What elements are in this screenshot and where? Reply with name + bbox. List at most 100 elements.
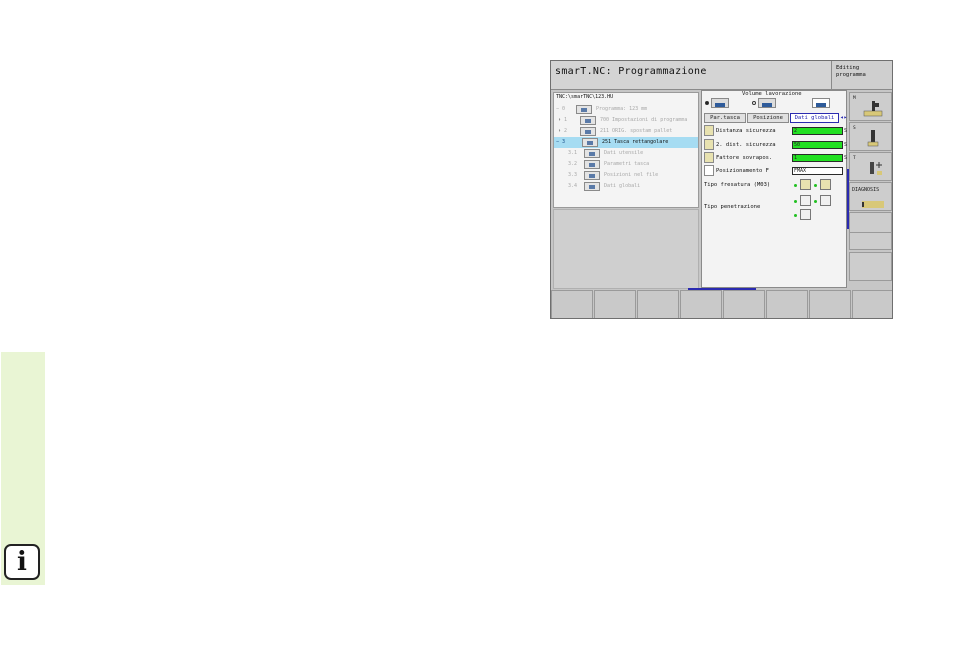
tree-item-global-data[interactable]: 3.4 Dati globali (554, 181, 698, 192)
tree-item-label: Programma: 123 mm (596, 106, 648, 112)
radio-dot (794, 184, 797, 187)
tree-item-program[interactable]: − 0 Programma: 123 mm (554, 104, 698, 115)
tree-item-num: − 0 (556, 106, 566, 112)
graphics-area (553, 209, 699, 289)
volume-label: Volume lavorazione (742, 91, 802, 97)
pocket-icon (582, 138, 598, 147)
softkey-label: S (853, 126, 856, 131)
workpiece-icon (711, 98, 729, 108)
tnc-screen: smarT.NC: Programmazione Editing program… (550, 60, 893, 319)
climb-milling-icon[interactable] (800, 179, 811, 190)
radio-placeholder (806, 101, 810, 105)
radio-dot (814, 184, 817, 187)
info-glyph: i (17, 547, 27, 577)
tree-item-label: 251 Tasca rettangolare (602, 139, 669, 145)
radio-dot (794, 214, 797, 217)
softkey-bottom-2[interactable] (594, 290, 636, 318)
tree-item-settings[interactable]: › 1 700 Impostazioni di programma (554, 115, 698, 126)
tree-item-label: Posizioni nel file (604, 172, 659, 178)
info-icon: i (4, 544, 40, 580)
tab-pocket-params[interactable]: Par.tasca (704, 113, 746, 123)
workpiece-icon (758, 98, 776, 108)
field-label: 2. dist. sicurezza (716, 142, 776, 148)
conventional-milling-icon[interactable] (820, 179, 831, 190)
tree-item-label: Dati utensile (604, 150, 644, 156)
softkey-bottom-5[interactable] (723, 290, 765, 318)
field-label: Distanza sicurezza (716, 128, 776, 134)
softkey-bottom-3[interactable] (637, 290, 679, 318)
tree-item-num: 3.1 (568, 150, 578, 156)
field-label: Posizionamento F (716, 168, 769, 174)
settings-icon (580, 116, 596, 125)
softkey-bottom-8[interactable] (852, 290, 892, 318)
globe-icon (584, 182, 600, 191)
page: i smarT.NC: Programmazione Editing progr… (0, 0, 954, 672)
tool-axis-icon (870, 162, 882, 175)
horizontal-softkey-bar (551, 290, 892, 318)
tab-global-data[interactable]: Dati globali (790, 113, 839, 123)
softkey-diagnosis[interactable]: DIAGNOSIS (849, 182, 892, 211)
field-label: Fattore sovrapos. (716, 155, 773, 161)
softkey-bottom-4[interactable] (680, 290, 722, 318)
safety-distance-input[interactable]: 2 (792, 127, 843, 135)
tree-item-num: 3.3 (568, 172, 578, 178)
softkey-label: T (853, 156, 856, 161)
softkey-empty-7[interactable] (849, 252, 892, 281)
softkey-bottom-6[interactable] (766, 290, 808, 318)
tree-item-positions[interactable]: 3.3 Posizioni nel file (554, 170, 698, 181)
field-overlap-factor: Fattore sovrapos. 1 S (704, 152, 848, 164)
second-safety-distance-icon (704, 139, 714, 150)
feed-icon (704, 165, 714, 176)
spindle-icon (863, 101, 883, 117)
softkey-empty-6[interactable] (849, 232, 892, 250)
softkey-label: DIAGNOSIS (852, 187, 880, 193)
softkey-bottom-1[interactable] (551, 290, 593, 318)
field-unit: S (844, 155, 848, 161)
tree-item-label: Parametri tasca (604, 161, 650, 167)
tree-item-origin[interactable]: › 2 211 ORIG. spostam pallet (554, 126, 698, 137)
vertical-softkey-bar: M S T DIAGNOSIS (849, 92, 892, 288)
tree-item-label: Dati globali (604, 183, 641, 189)
radio-dot (814, 200, 817, 203)
workpiece-icon (812, 98, 830, 108)
tool-spindle-icon (867, 130, 879, 147)
diagnosis-icon (862, 201, 884, 208)
radio-unselected (752, 101, 756, 105)
tree-item-tool-data[interactable]: 3.1 Dati utensile (554, 148, 698, 159)
overlap-factor-input[interactable]: 1 (792, 154, 843, 162)
plunge-type-label: Tipo penetrazione (704, 204, 761, 210)
origin-icon (580, 127, 596, 136)
radio-dot (794, 200, 797, 203)
tree-item-num: 3.2 (568, 161, 578, 167)
softkey-t[interactable]: T (849, 152, 892, 181)
tree-item-pocket-params[interactable]: 3.2 Parametri tasca (554, 159, 698, 170)
milling-type-label: Tipo fresatura (M03) (704, 182, 771, 188)
mode-indicator: Editing programma (831, 61, 892, 90)
mode-label: Editing programma (836, 65, 866, 78)
tree-item-num: › 2 (558, 128, 568, 134)
program-tree: TNC:\smarTNC\123.HU − 0 Programma: 123 m… (553, 92, 699, 208)
parameters-icon (584, 160, 600, 169)
tab-position[interactable]: Posizione (747, 113, 789, 123)
field-unit: S (844, 142, 848, 148)
softkey-m[interactable]: M (849, 92, 892, 121)
tree-item-label: 700 Impostazioni di programma (600, 117, 688, 123)
title-bar: smarT.NC: Programmazione (551, 61, 831, 90)
tab-scroll-arrow-icon[interactable]: ◂▸ (840, 114, 847, 121)
reciprocating-plunge-icon[interactable] (820, 195, 831, 206)
positions-icon (584, 171, 600, 180)
softkey-label: M (853, 96, 856, 101)
tool-icon (584, 149, 600, 158)
tree-item-num: − 3 (556, 139, 566, 145)
program-icon (576, 105, 592, 114)
tree-item-pocket[interactable]: − 3 251 Tasca rettangolare (554, 137, 698, 148)
helical-plunge-icon[interactable] (800, 195, 811, 206)
vertical-plunge-icon[interactable] (800, 209, 811, 220)
field-safety-distance: Distanza sicurezza 2 S (704, 125, 848, 137)
positioning-feed-input[interactable]: FMAX (792, 167, 843, 175)
softkey-bottom-7[interactable] (809, 290, 851, 318)
softkey-s[interactable]: S (849, 122, 892, 151)
field-unit: S (844, 128, 848, 134)
second-safety-distance-input[interactable]: 50 (792, 141, 843, 149)
overlap-factor-icon (704, 152, 714, 163)
